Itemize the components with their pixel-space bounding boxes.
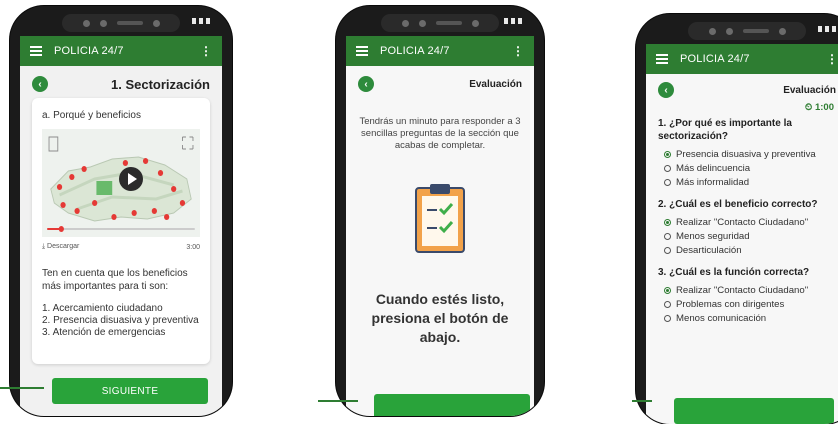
radio-selected[interactable] [664,287,671,294]
download-link[interactable]: ⤓ Descargar [42,243,79,251]
list-item: 3. Atención de emergencias [42,327,166,338]
clipboard-icon [410,182,470,254]
radio[interactable] [664,315,671,322]
app-bar: POLICIA 24/7 ⋮ [20,36,222,66]
section-header: ‹ Evaluación [346,66,534,98]
submit-button[interactable] [674,398,834,424]
option-3-3[interactable]: Menos comunicación [664,313,836,324]
screen: POLICIA 24/7 ⋮ ‹ 1. Sectorización a. Por… [20,36,222,416]
phone-evaluacion-intro: POLICIA 24/7 ⋮ ‹ Evaluación Tendrás un m… [336,6,544,416]
phone-sectorizacion: POLICIA 24/7 ⋮ ‹ 1. Sectorización a. Por… [10,6,232,416]
benefits-list: 1. Acercamiento ciudadano 2. Presencia d… [42,303,200,339]
start-evaluation-button[interactable] [374,394,530,416]
option-2-1[interactable]: Realizar "Contacto Ciudadano" [664,217,836,228]
app-bar: POLICIA 24/7 ⋮ [646,44,838,74]
benefits-intro: Ten en cuenta que los beneficios más imp… [42,268,188,292]
app-title: POLICIA 24/7 [380,45,450,57]
card-title: a. Porqué y beneficios [42,110,141,121]
screen: POLICIA 24/7 ⋮ ‹ Evaluación Tendrás un m… [346,36,534,416]
phone-notch [62,14,180,32]
option-3-1[interactable]: Realizar "Contacto Ciudadano" [664,285,836,296]
question-2: 2. ¿Cuál es el beneficio correcto? [658,199,818,210]
video-player[interactable] [42,129,200,237]
next-button[interactable]: SIGUIENTE [52,378,208,404]
lesson-card: a. Porqué y beneficios ⤓ Descargar 3:00 … [32,98,210,364]
radio[interactable] [664,247,671,254]
menu-icon[interactable] [30,46,42,56]
screen: POLICIA 24/7 ⋮ ‹ Evaluación ⏲ 1:00 1. ¿P… [646,44,838,424]
page-title: Evaluación [469,78,522,90]
status-icons [504,18,522,24]
option-1-1[interactable]: Presencia disuasiva y preventiva [664,149,836,160]
annotation-line [318,400,358,402]
play-icon[interactable] [119,167,143,191]
page-title: Evaluación [783,84,836,96]
annotation-line [0,387,44,389]
evaluation-cta: Cuando estés listo, presiona el botón de… [371,291,509,345]
option-3-2[interactable]: Problemas con dirigentes [664,299,836,310]
app-bar: POLICIA 24/7 ⋮ [346,36,534,66]
question-1: 1. ¿Por qué es importante la sectorizaci… [658,118,792,142]
phone-evaluacion-preguntas: POLICIA 24/7 ⋮ ‹ Evaluación ⏲ 1:00 1. ¿P… [636,14,838,424]
radio-selected[interactable] [664,219,671,226]
app-title: POLICIA 24/7 [54,45,124,57]
status-icons [818,26,836,32]
page-title: 1. Sectorización [111,76,210,92]
radio[interactable] [664,179,671,186]
menu-icon[interactable] [656,54,668,64]
evaluation-description: Tendrás un minuto para responder a 3 sen… [359,116,521,151]
radio-selected[interactable] [664,151,671,158]
radio[interactable] [664,233,671,240]
radio[interactable] [664,301,671,308]
video-footer: ⤓ Descargar 3:00 [42,243,200,251]
option-1-3[interactable]: Más informalidad [664,177,836,188]
phone-notch [381,14,499,32]
back-icon[interactable]: ‹ [358,76,374,92]
more-icon[interactable]: ⋮ [200,44,212,58]
video-duration: 3:00 [186,243,200,251]
more-icon[interactable]: ⋮ [826,52,838,66]
list-item: 1. Acercamiento ciudadano [42,303,163,314]
phone-notch [688,22,806,40]
section-header: ‹ 1. Sectorización [20,66,222,98]
back-icon[interactable]: ‹ [32,76,48,92]
option-2-3[interactable]: Desarticulación [664,245,836,256]
more-icon[interactable]: ⋮ [512,44,524,58]
question-3: 3. ¿Cuál es la función correcta? [658,267,810,278]
timer-icon: ⏲ [804,102,815,113]
app-title: POLICIA 24/7 [680,53,750,65]
menu-icon[interactable] [356,46,368,56]
status-icons [192,18,210,24]
radio[interactable] [664,165,671,172]
list-item: 2. Presencia disuasiva y preventiva [42,315,199,326]
section-header: ‹ Evaluación [646,74,838,98]
option-2-2[interactable]: Menos seguridad [664,231,836,242]
annotation-line [632,400,652,402]
option-1-2[interactable]: Más delincuencia [664,163,836,174]
back-icon[interactable]: ‹ [658,82,674,98]
timer: ⏲ 1:00 [804,102,834,113]
